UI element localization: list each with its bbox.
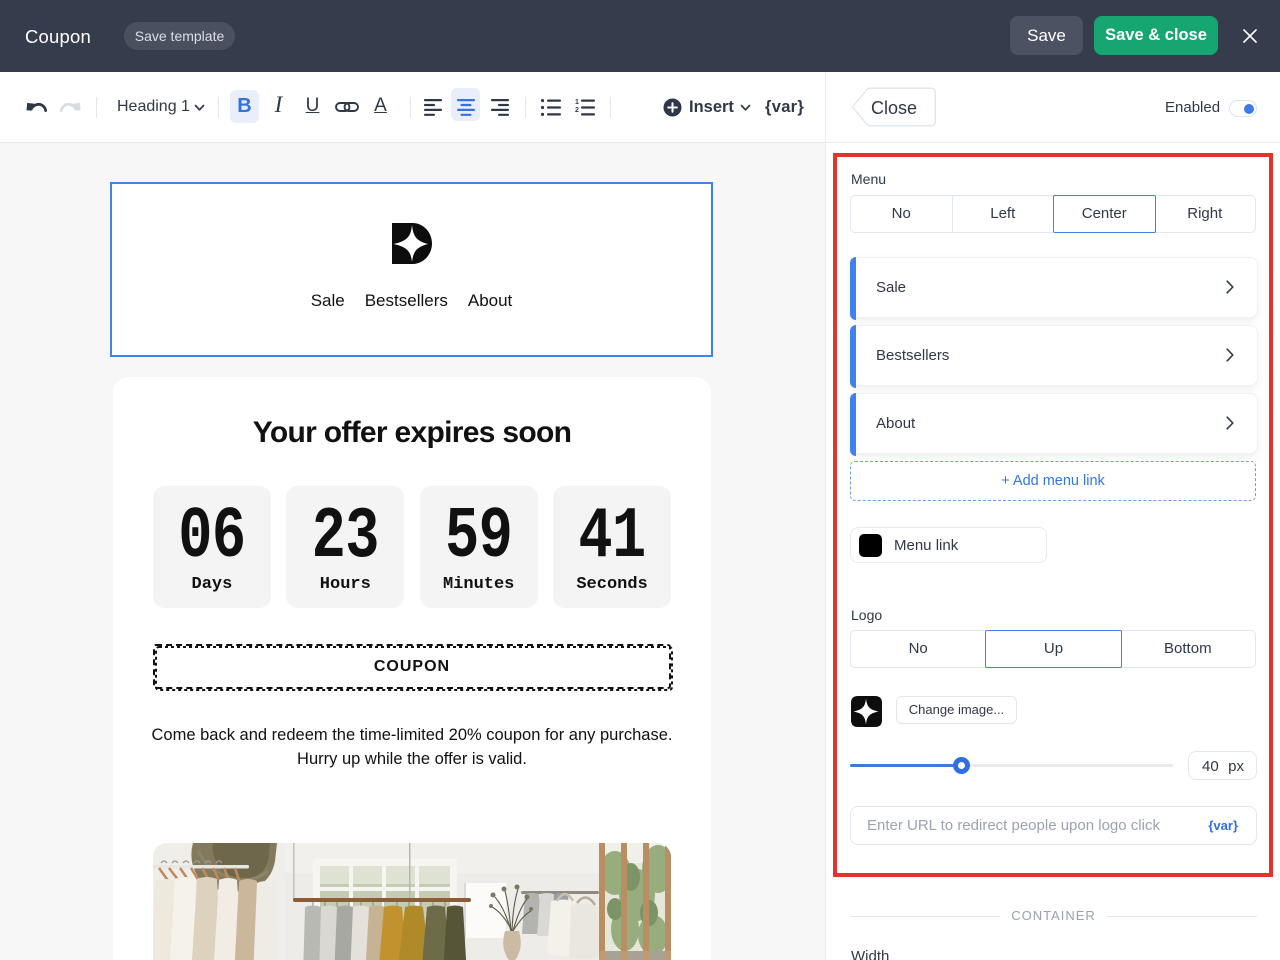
svg-text:2: 2: [575, 107, 579, 114]
svg-text:Close: Close: [871, 98, 917, 118]
svg-text:1: 1: [575, 99, 579, 106]
